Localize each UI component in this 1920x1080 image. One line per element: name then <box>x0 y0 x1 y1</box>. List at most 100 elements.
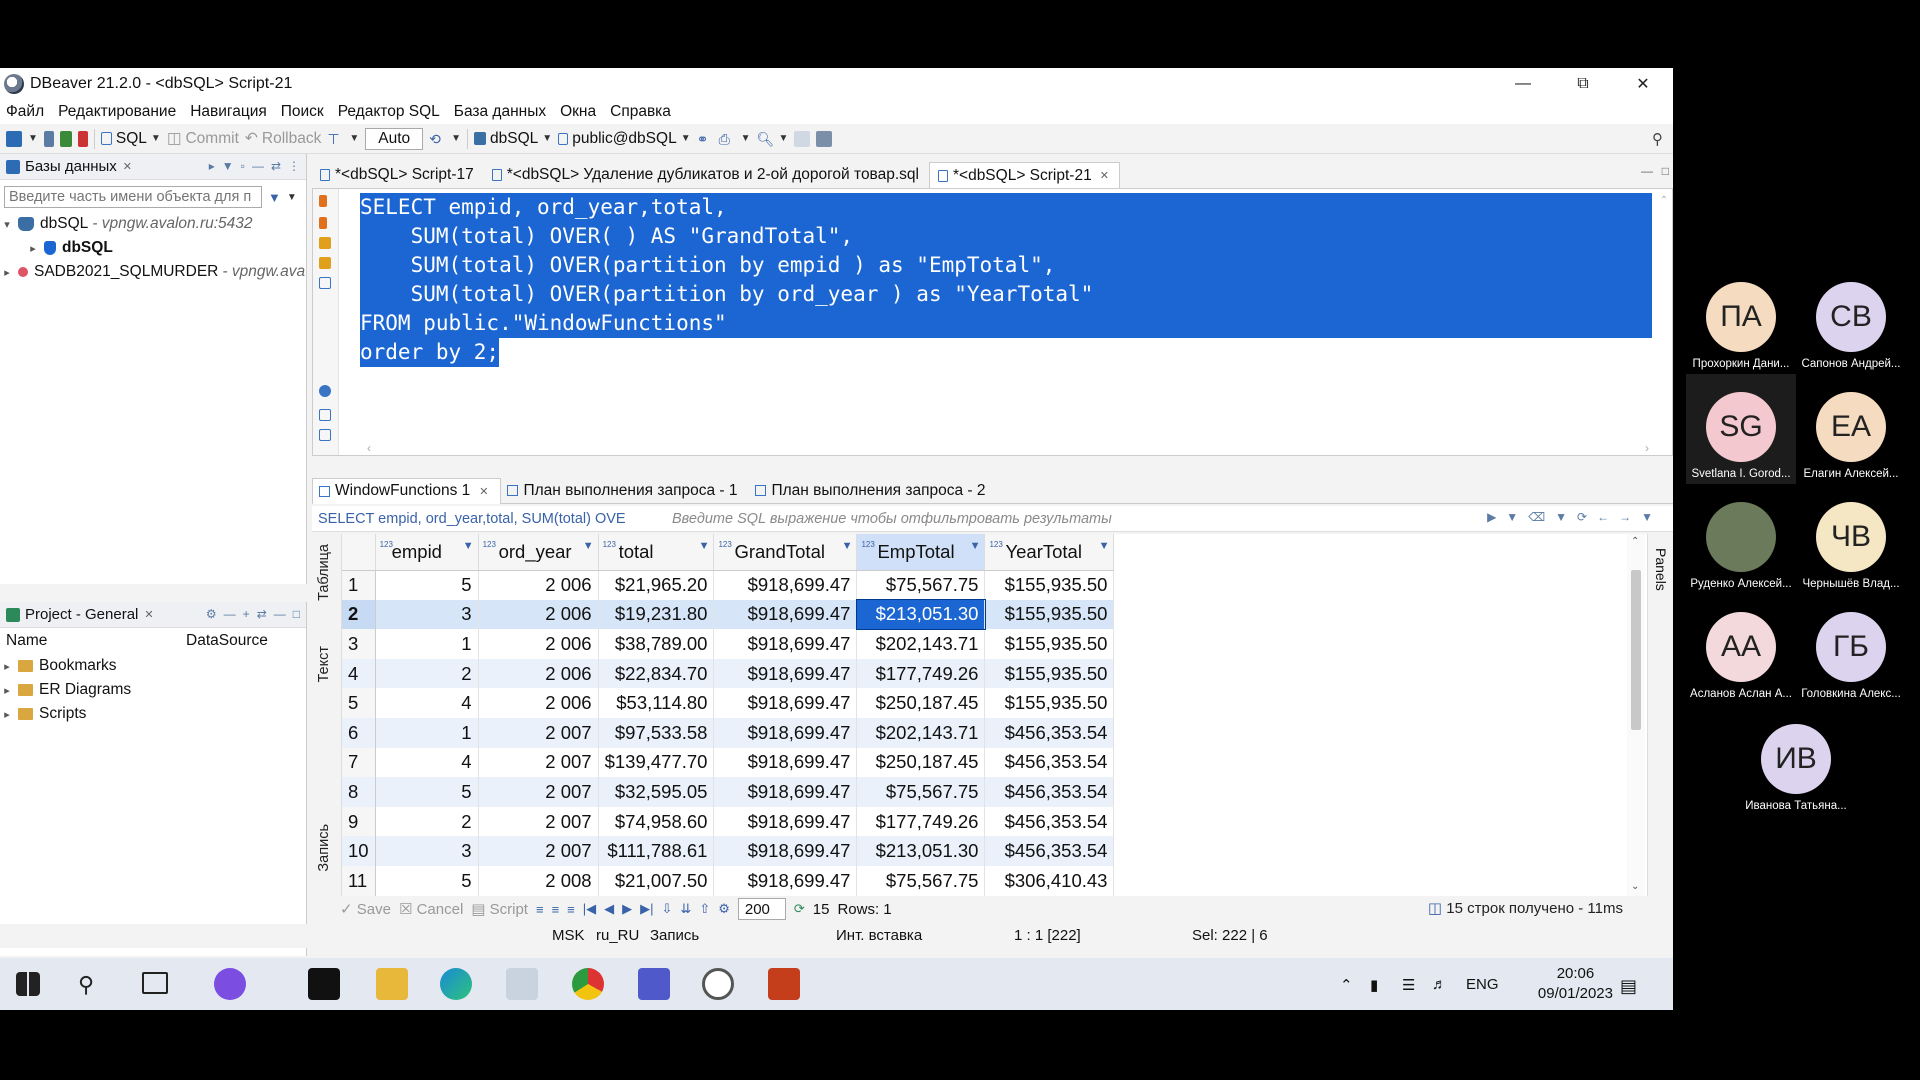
powerpoint-icon[interactable] <box>768 968 800 1000</box>
tab-remove-duplicates[interactable]: *<dbSQL> Удаление дубликатов и 2-ой доро… <box>484 162 929 188</box>
table-cell[interactable]: $456,353.54 <box>984 836 1115 866</box>
table-cell[interactable]: $306,410.43 <box>984 865 1115 896</box>
disconnect-icon[interactable] <box>77 130 88 147</box>
table-cell[interactable]: 2 006 <box>478 599 599 630</box>
table-row[interactable]: 542 006 $53,114.80 $918,699.47 $250,187.45 $… <box>342 688 1115 718</box>
fetch-all-icon[interactable]: ⇊ <box>680 901 691 917</box>
table-cell[interactable]: $456,353.54 <box>984 806 1115 837</box>
table-row[interactable]: 312 006 $38,789.00 $918,699.47 $202,143.71 $… <box>342 629 1115 659</box>
settings-icon[interactable]: ⚙ <box>206 607 217 621</box>
column-filter-icon[interactable]: ▼ <box>583 540 594 552</box>
load-plan-icon[interactable] <box>319 257 331 269</box>
view-menu-icon[interactable]: ▼ <box>222 159 234 173</box>
table-cell[interactable]: $22,834.70 <box>598 658 715 689</box>
sql-editor[interactable]: SELECT empid, ord_year,total, SUM(total)… <box>312 188 1673 456</box>
table-cell[interactable]: $155,935.50 <box>984 570 1115 600</box>
tree-item-dbsql-connection[interactable]: ▾ dbSQL - vpngw.avalon.ru:5432 <box>0 212 306 236</box>
editor-horizontal-scrollbar[interactable]: ‹ › <box>363 441 1653 455</box>
menu-database[interactable]: База данных <box>454 103 546 121</box>
table-cell[interactable]: $918,699.47 <box>713 688 858 718</box>
row-number-cell[interactable]: 10 <box>342 836 376 866</box>
execute-statement-icon[interactable] <box>319 195 327 207</box>
participant-tile[interactable]: ПА Прохоркин Дани... <box>1686 282 1796 370</box>
explain-plan-icon[interactable] <box>319 237 331 249</box>
close-tab-icon[interactable]: ✕ <box>144 608 153 621</box>
volume-icon[interactable]: ♬ <box>1432 976 1447 993</box>
execute-script-icon[interactable] <box>319 217 327 229</box>
forward-icon[interactable]: → <box>1619 510 1631 524</box>
participant-tile[interactable]: Руденко Алексей... <box>1686 502 1796 590</box>
table-row[interactable]: 612 007 $97,533.58 $918,699.47 $202,143.71 $… <box>342 717 1115 748</box>
row-number-cell[interactable]: 6 <box>342 717 376 748</box>
table-cell[interactable]: 2 007 <box>478 747 599 778</box>
layout-icon[interactable] <box>794 130 811 147</box>
table-cell[interactable]: $456,353.54 <box>984 717 1115 748</box>
database-navigator-title[interactable]: Базы данных <box>25 158 117 175</box>
table-cell[interactable]: 2 006 <box>478 688 599 718</box>
table-row[interactable]: 232 006 $19,231.80 $918,699.47 $213,051.30 $… <box>342 598 1115 631</box>
participant-tile[interactable]: ИВ Иванова Татьяна... <box>1741 724 1851 812</box>
grid-vertical-scrollbar[interactable]: ⌃ ⌄ <box>1627 534 1645 896</box>
result-query-text[interactable]: SELECT empid, ord_year,total, SUM(total)… <box>312 511 652 527</box>
active-schema-select[interactable]: public@dbSQL ▼ <box>558 130 691 148</box>
table-cell[interactable]: $918,699.47 <box>713 836 858 866</box>
chrome-browser-icon[interactable] <box>572 968 604 1000</box>
back-icon[interactable]: ← <box>1597 510 1609 524</box>
collapse-icon[interactable]: ▫ <box>241 159 245 173</box>
table-cell[interactable]: 2 <box>375 658 479 689</box>
edge-browser-icon[interactable] <box>440 968 472 1000</box>
new-script-icon[interactable] <box>319 277 331 289</box>
table-cell[interactable]: $918,699.47 <box>713 747 858 778</box>
expand-arrow-icon[interactable]: ▸ <box>26 242 40 255</box>
table-cell[interactable]: $250,187.45 <box>856 688 986 718</box>
row-number-cell[interactable]: 2 <box>342 599 376 630</box>
export-icon[interactable]: ⇧ <box>699 901 710 917</box>
delete-row-icon[interactable]: ≡ <box>567 902 575 917</box>
connect-icon[interactable] <box>43 130 54 147</box>
export-icon[interactable] <box>319 409 331 421</box>
row-number-cell[interactable]: 9 <box>342 806 376 837</box>
table-cell[interactable]: $155,935.50 <box>984 599 1115 630</box>
project-panel-title[interactable]: Project - General <box>25 606 138 623</box>
import-icon[interactable] <box>319 429 331 441</box>
print-icon[interactable]: ⎙ <box>719 131 735 147</box>
view-tab-table[interactable]: Таблица <box>316 544 332 601</box>
table-cell[interactable]: $456,353.54 <box>984 777 1115 807</box>
filter-settings-icon[interactable]: ▼ <box>1555 510 1567 524</box>
project-item-bookmarks[interactable]: ▸ Bookmarks <box>0 654 306 678</box>
sql-editor-button[interactable]: SQL ▼ <box>100 130 161 148</box>
row-number-cell[interactable]: 3 <box>342 629 376 659</box>
table-cell[interactable]: 5 <box>375 777 479 807</box>
column-filter-icon[interactable]: ▼ <box>699 540 710 552</box>
menu-navigate[interactable]: Навигация <box>190 103 267 121</box>
invalidate-icon[interactable] <box>59 130 72 147</box>
collapse-icon[interactable]: — <box>224 607 236 621</box>
refresh-results-icon[interactable]: ⟳ <box>794 901 805 917</box>
table-cell[interactable]: 1 <box>375 717 479 748</box>
column-header-ord-year[interactable]: 123 ord_year ▼ <box>478 534 599 571</box>
minimize-panel-icon[interactable]: — <box>274 607 286 621</box>
terminal-icon[interactable] <box>308 968 340 1000</box>
link-editor-icon[interactable]: ▸ <box>209 159 215 173</box>
previous-row-icon[interactable]: ◀ <box>604 901 614 917</box>
table-cell[interactable]: $918,699.47 <box>713 777 858 807</box>
zoom-icon[interactable]: 🔍︎ <box>757 131 775 147</box>
table-cell[interactable]: 4 <box>375 688 479 718</box>
restore-button[interactable]: ⧉ <box>1553 68 1613 100</box>
settings-icon[interactable] <box>319 385 331 397</box>
table-cell[interactable]: $75,567.75 <box>856 570 986 600</box>
table-cell[interactable]: $918,699.47 <box>713 806 858 837</box>
table-cell[interactable]: $74,958.60 <box>598 806 715 837</box>
table-cell[interactable]: $97,533.58 <box>598 717 715 748</box>
table-cell[interactable]: 3 <box>375 599 479 630</box>
table-row[interactable]: 852 007 $32,595.05 $918,699.47 $75,567.75 $4… <box>342 777 1115 807</box>
project-item-er-diagrams[interactable]: ▸ ER Diagrams <box>0 678 306 702</box>
column-header-grandtotal[interactable]: 123 GrandTotal ▼ <box>713 534 858 571</box>
windows-start-icon[interactable] <box>16 972 40 996</box>
search-icon[interactable]: ⚲ <box>1652 130 1663 148</box>
tray-chevron-icon[interactable]: ⌃ <box>1340 976 1353 994</box>
table-row[interactable]: 742 007 $139,477.70 $918,699.47 $250,187.45… <box>342 747 1115 778</box>
table-cell[interactable]: 2 006 <box>478 658 599 689</box>
rollback-button[interactable]: ↶ Rollback <box>245 129 321 148</box>
menu-sql-editor[interactable]: Редактор SQL <box>338 103 440 121</box>
